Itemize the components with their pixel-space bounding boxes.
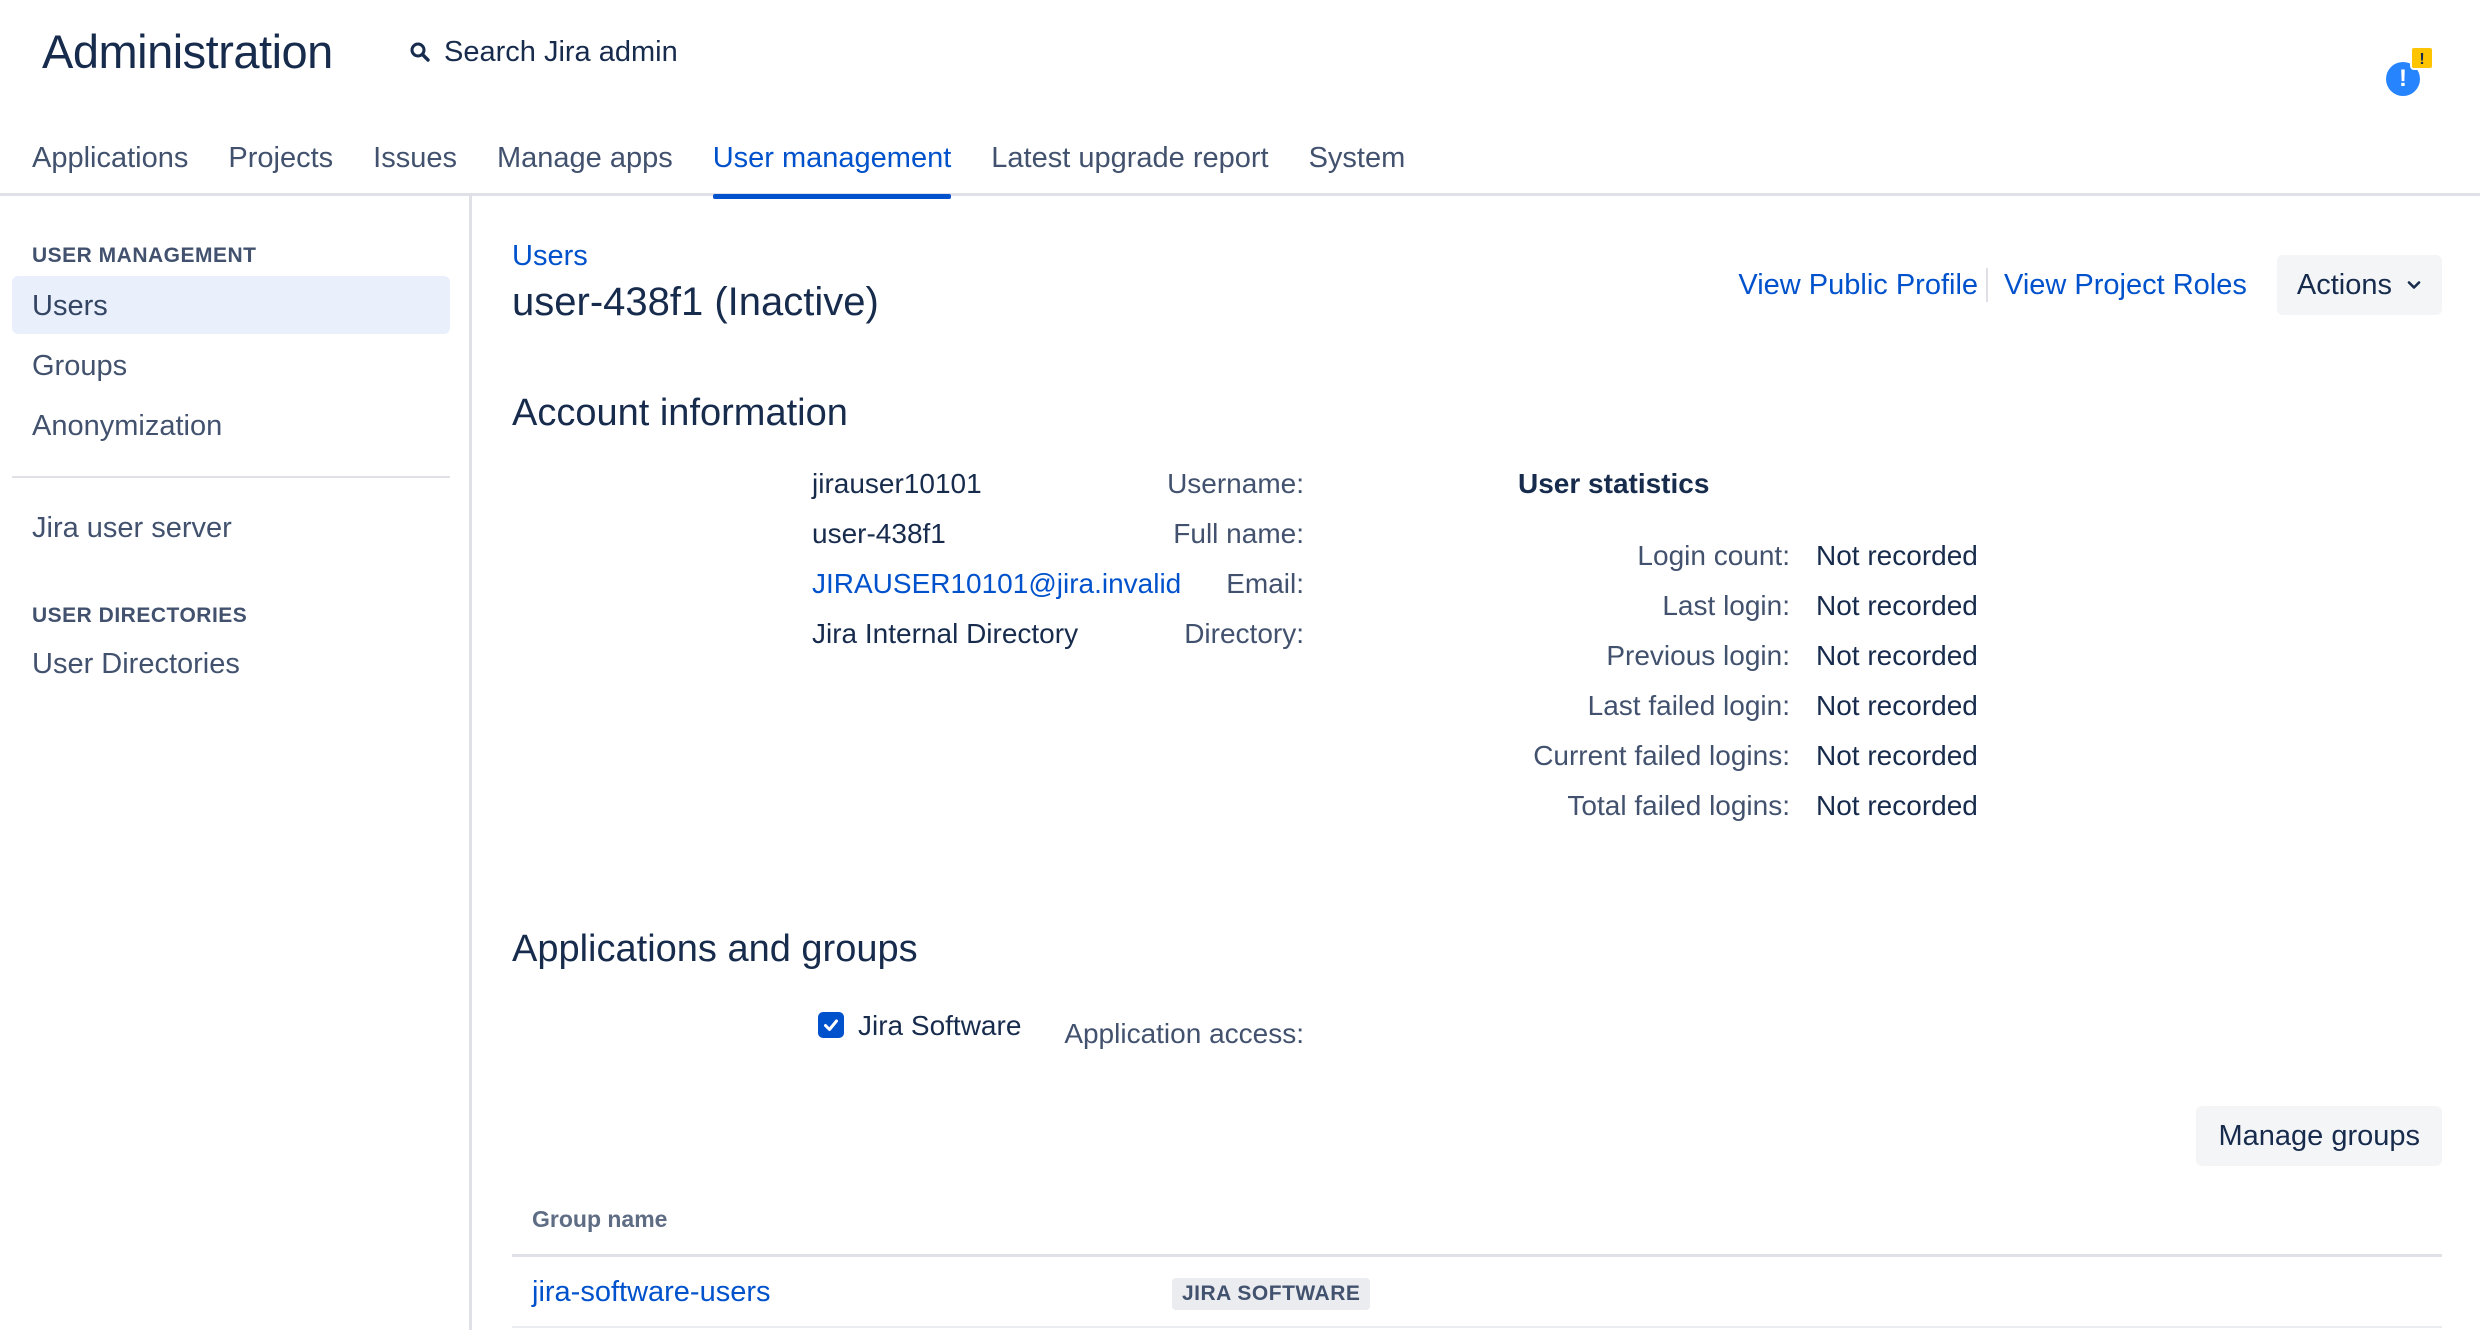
view-public-profile-link[interactable]: View Public Profile xyxy=(1738,269,1978,302)
jira-software-access-label: Jira Software xyxy=(858,1010,1022,1041)
email-label: Email: xyxy=(1226,568,1304,599)
tab-user-management[interactable]: User management xyxy=(712,130,951,199)
search-icon xyxy=(404,36,436,68)
top-header: Administration Search Jira admin ! ! App… xyxy=(0,0,2480,199)
sidebar-item-anonymization[interactable]: Anonymization xyxy=(12,396,450,454)
page-actions: View Public Profile View Project Roles A… xyxy=(1738,255,2442,315)
application-lozenge: JIRA SOFTWARE xyxy=(1172,1278,1371,1310)
last-failed-login-value: Not recorded xyxy=(1816,690,1978,721)
current-failed-logins-value: Not recorded xyxy=(1816,740,1978,771)
search-jira-admin[interactable]: Search Jira admin xyxy=(404,30,678,74)
directory-value: Jira Internal Directory xyxy=(812,618,1079,649)
group-name-column-header: Group name xyxy=(532,1206,668,1232)
sidebar: USER MANAGEMENT Users Groups Anonymizati… xyxy=(0,196,472,1330)
sidebar-item-user-directories[interactable]: User Directories xyxy=(12,634,450,692)
last-login-value: Not recorded xyxy=(1816,590,1978,621)
previous-login-label: Previous login: xyxy=(1606,640,1790,671)
sidebar-heading-user-management: USER MANAGEMENT xyxy=(32,244,257,267)
admin-nav-tabs: Applications Projects Issues Manage apps… xyxy=(32,130,1445,199)
tab-manage-apps[interactable]: Manage apps xyxy=(497,130,673,196)
admin-title: Administration xyxy=(42,25,333,78)
table-header-rule xyxy=(512,1254,2442,1257)
applications-and-groups-heading: Applications and groups xyxy=(512,928,918,970)
total-failed-logins-label: Total failed logins: xyxy=(1567,790,1790,821)
chevron-down-icon xyxy=(2406,277,2422,293)
sidebar-item-jira-user-server[interactable]: Jira user server xyxy=(12,498,450,556)
directory-label: Directory: xyxy=(1184,618,1304,649)
actions-dropdown-button[interactable]: Actions xyxy=(2276,255,2442,315)
login-count-value: Not recorded xyxy=(1816,540,1978,571)
application-access-label: Application access: xyxy=(1064,1018,1304,1049)
tab-system[interactable]: System xyxy=(1309,130,1406,196)
user-statistics-heading: User statistics xyxy=(1518,468,1710,499)
manage-groups-button[interactable]: Manage groups xyxy=(2196,1106,2442,1166)
notification-button[interactable]: ! ! xyxy=(2386,46,2444,98)
tab-issues[interactable]: Issues xyxy=(373,130,457,196)
notification-badge-icon: ! xyxy=(2410,46,2434,70)
actions-label: Actions xyxy=(2296,268,2392,301)
total-failed-logins-value: Not recorded xyxy=(1816,790,1978,821)
username-label: Username: xyxy=(1167,468,1304,499)
tab-projects[interactable]: Projects xyxy=(228,130,333,196)
tab-applications[interactable]: Applications xyxy=(32,130,188,196)
full-name-label: Full name: xyxy=(1173,518,1304,549)
view-project-roles-link[interactable]: View Project Roles xyxy=(2004,269,2247,302)
main-content: Users user-438f1 (Inactive) View Public … xyxy=(512,196,2442,1330)
account-information-heading: Account information xyxy=(512,392,848,434)
last-login-label: Last login: xyxy=(1662,590,1790,621)
sidebar-heading-user-directories: USER DIRECTORIES xyxy=(32,604,248,627)
login-count-label: Login count: xyxy=(1637,540,1790,571)
full-name-value: user-438f1 xyxy=(812,518,946,549)
current-failed-logins-label: Current failed logins: xyxy=(1533,740,1790,771)
sidebar-item-users[interactable]: Users xyxy=(12,276,450,334)
search-label: Search Jira admin xyxy=(444,35,678,68)
last-failed-login-label: Last failed login: xyxy=(1587,690,1790,721)
page-title: user-438f1 (Inactive) xyxy=(512,280,879,324)
sidebar-divider xyxy=(12,476,450,478)
action-separator xyxy=(1986,268,1989,302)
jira-software-checkbox[interactable] xyxy=(818,1012,844,1038)
previous-login-value: Not recorded xyxy=(1816,640,1978,671)
group-link-jira-software-users[interactable]: jira-software-users xyxy=(532,1276,771,1309)
table-row-rule xyxy=(512,1326,2442,1328)
tab-latest-upgrade-report[interactable]: Latest upgrade report xyxy=(991,130,1268,196)
breadcrumb-users[interactable]: Users xyxy=(512,240,588,273)
email-link[interactable]: JIRAUSER10101@jira.invalid xyxy=(812,568,1181,600)
checkmark-icon xyxy=(824,1019,838,1031)
username-value: jirauser10101 xyxy=(812,468,982,499)
sidebar-item-groups[interactable]: Groups xyxy=(12,336,450,394)
